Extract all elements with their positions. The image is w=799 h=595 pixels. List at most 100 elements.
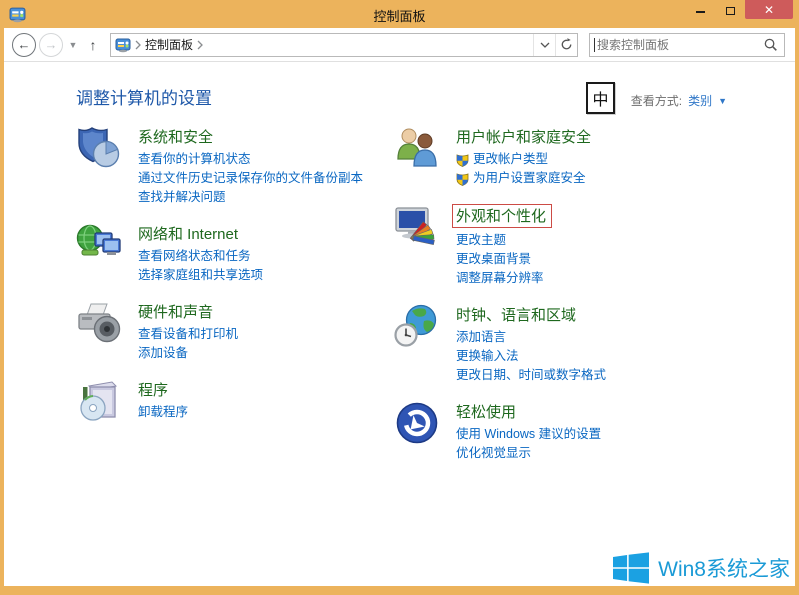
- task-link[interactable]: 通过文件历史记录保存你的文件备份副本: [138, 169, 363, 188]
- ease-of-access-icon[interactable]: [394, 400, 440, 446]
- view-by-dropdown[interactable]: 类别: [688, 92, 712, 109]
- close-icon: ✕: [764, 3, 774, 17]
- task-link[interactable]: 查看网络状态和任务: [138, 247, 263, 266]
- close-button[interactable]: ✕: [745, 0, 793, 19]
- task-link-label: 查看网络状态和任务: [138, 247, 251, 266]
- titlebar: 控制面板 ✕: [4, 0, 795, 28]
- task-link-label: 更换输入法: [456, 347, 519, 366]
- chevron-down-icon[interactable]: ▼: [718, 96, 727, 106]
- category-title-system-security[interactable]: 系统和安全: [138, 126, 213, 147]
- minimize-button[interactable]: [685, 0, 715, 19]
- task-link[interactable]: 查看设备和打印机: [138, 325, 238, 344]
- task-link[interactable]: 添加设备: [138, 344, 238, 363]
- back-button[interactable]: ←: [12, 33, 36, 57]
- maximize-button[interactable]: [715, 0, 745, 19]
- category-title-clock-language-region[interactable]: 时钟、语言和区域: [456, 304, 576, 325]
- category-title-appearance-personalization[interactable]: 外观和个性化: [452, 204, 552, 228]
- breadcrumb-item-control-panel[interactable]: 控制面板: [145, 36, 193, 53]
- task-link[interactable]: 查看你的计算机状态: [138, 150, 363, 169]
- task-link[interactable]: 更换输入法: [456, 347, 606, 366]
- category-body: 轻松使用使用 Windows 建议的设置优化视觉显示: [456, 400, 601, 463]
- search-input[interactable]: [597, 38, 763, 52]
- window-title: 控制面板: [4, 6, 795, 25]
- task-link[interactable]: 为用户设置家庭安全: [456, 169, 591, 188]
- category-appearance-personalization: 外观和个性化更改主题更改桌面背景调整屏幕分辨率: [394, 203, 724, 288]
- category-title-network-internet[interactable]: 网络和 Internet: [138, 223, 238, 244]
- network-internet-icon[interactable]: [76, 222, 122, 268]
- category-title-hardware-sound[interactable]: 硬件和声音: [138, 301, 213, 322]
- view-by-control: 查看方式: 类别 ▼: [631, 92, 727, 109]
- category-body: 用户帐户和家庭安全更改帐户类型为用户设置家庭安全: [456, 125, 591, 188]
- task-link-label: 查看设备和打印机: [138, 325, 238, 344]
- chevron-right-icon[interactable]: [196, 40, 204, 50]
- recent-pages-chevron-icon[interactable]: ▼: [66, 40, 80, 50]
- maximize-icon: [726, 7, 735, 15]
- task-link-label: 更改帐户类型: [473, 150, 548, 169]
- task-link-label: 添加语言: [456, 328, 506, 347]
- category-title-user-accounts-family[interactable]: 用户帐户和家庭安全: [456, 126, 591, 147]
- system-security-icon[interactable]: [76, 125, 122, 171]
- search-icon[interactable]: [763, 37, 778, 52]
- task-link-label: 使用 Windows 建议的设置: [456, 425, 601, 444]
- control-panel-home: 调整计算机的设置 查看方式: 类别 ▼ 系统和安全查看你的计算机状态通过文件历史…: [4, 62, 795, 586]
- category-column-left: 系统和安全查看你的计算机状态通过文件历史记录保存你的文件备份副本查找并解决问题网…: [76, 125, 394, 478]
- minimize-icon: [696, 11, 705, 13]
- task-link-label: 为用户设置家庭安全: [473, 169, 586, 188]
- task-link-label: 优化视觉显示: [456, 444, 531, 463]
- breadcrumb[interactable]: 控制面板: [111, 34, 533, 56]
- appearance-icon[interactable]: [394, 203, 440, 249]
- task-link[interactable]: 更改帐户类型: [456, 150, 591, 169]
- task-link[interactable]: 更改日期、时间或数字格式: [456, 366, 606, 385]
- client-area: ← → ▼ ↑ 控制面板: [4, 28, 795, 586]
- watermark: Win8系统之家: [613, 552, 790, 584]
- category-ease-of-access: 轻松使用使用 Windows 建议的设置优化视觉显示: [394, 400, 724, 463]
- task-link[interactable]: 调整屏幕分辨率: [456, 269, 552, 288]
- view-by-label: 查看方式:: [631, 92, 682, 109]
- address-bar[interactable]: 控制面板: [110, 33, 578, 57]
- windows-logo-icon: [613, 552, 649, 584]
- category-hardware-sound: 硬件和声音查看设备和打印机添加设备: [76, 300, 394, 363]
- hardware-sound-icon[interactable]: [76, 300, 122, 346]
- category-body: 系统和安全查看你的计算机状态通过文件历史记录保存你的文件备份副本查找并解决问题: [138, 125, 363, 207]
- task-link-label: 更改桌面背景: [456, 250, 531, 269]
- uac-shield-icon: [456, 172, 469, 186]
- task-link[interactable]: 卸载程序: [138, 403, 188, 422]
- category-columns: 系统和安全查看你的计算机状态通过文件历史记录保存你的文件备份副本查找并解决问题网…: [76, 125, 795, 478]
- task-link[interactable]: 优化视觉显示: [456, 444, 601, 463]
- task-link[interactable]: 更改主题: [456, 231, 552, 250]
- category-title-ease-of-access[interactable]: 轻松使用: [456, 401, 516, 422]
- task-link-label: 更改主题: [456, 231, 506, 250]
- clock-language-region-icon[interactable]: [394, 303, 440, 349]
- ime-indicator: 中: [586, 82, 615, 114]
- task-link[interactable]: 添加语言: [456, 328, 606, 347]
- refresh-button[interactable]: [555, 34, 577, 56]
- task-link[interactable]: 更改桌面背景: [456, 250, 552, 269]
- task-link-label: 查找并解决问题: [138, 188, 226, 207]
- control-panel-icon: [115, 37, 131, 53]
- control-panel-icon: [9, 6, 26, 23]
- task-link-label: 卸载程序: [138, 403, 188, 422]
- window-frame: 控制面板 ✕ ← → ▼ ↑ 控制面板: [0, 0, 799, 595]
- chevron-right-icon: [134, 40, 142, 50]
- uac-shield-icon: [456, 153, 469, 167]
- task-link[interactable]: 使用 Windows 建议的设置: [456, 425, 601, 444]
- refresh-icon: [560, 38, 573, 51]
- task-link-label: 更改日期、时间或数字格式: [456, 366, 606, 385]
- search-box[interactable]: [589, 33, 785, 57]
- task-link[interactable]: 查找并解决问题: [138, 188, 363, 207]
- task-link[interactable]: 选择家庭组和共享选项: [138, 266, 263, 285]
- forward-button[interactable]: →: [39, 33, 63, 57]
- programs-icon[interactable]: [76, 378, 122, 424]
- user-accounts-icon[interactable]: [394, 125, 440, 171]
- category-network-internet: 网络和 Internet 查看网络状态和任务选择家庭组和共享选项: [76, 222, 394, 285]
- category-body: 硬件和声音查看设备和打印机添加设备: [138, 300, 238, 363]
- navigation-bar: ← → ▼ ↑ 控制面板: [4, 28, 795, 62]
- task-link-label: 通过文件历史记录保存你的文件备份副本: [138, 169, 363, 188]
- category-body: 时钟、语言和区域添加语言更换输入法更改日期、时间或数字格式: [456, 303, 606, 385]
- text-cursor: [594, 38, 595, 52]
- category-body: 网络和 Internet 查看网络状态和任务选择家庭组和共享选项: [138, 222, 263, 285]
- address-dropdown-button[interactable]: [533, 34, 555, 56]
- category-system-security: 系统和安全查看你的计算机状态通过文件历史记录保存你的文件备份副本查找并解决问题: [76, 125, 394, 207]
- category-title-programs[interactable]: 程序: [138, 379, 168, 400]
- up-button[interactable]: ↑: [83, 37, 103, 53]
